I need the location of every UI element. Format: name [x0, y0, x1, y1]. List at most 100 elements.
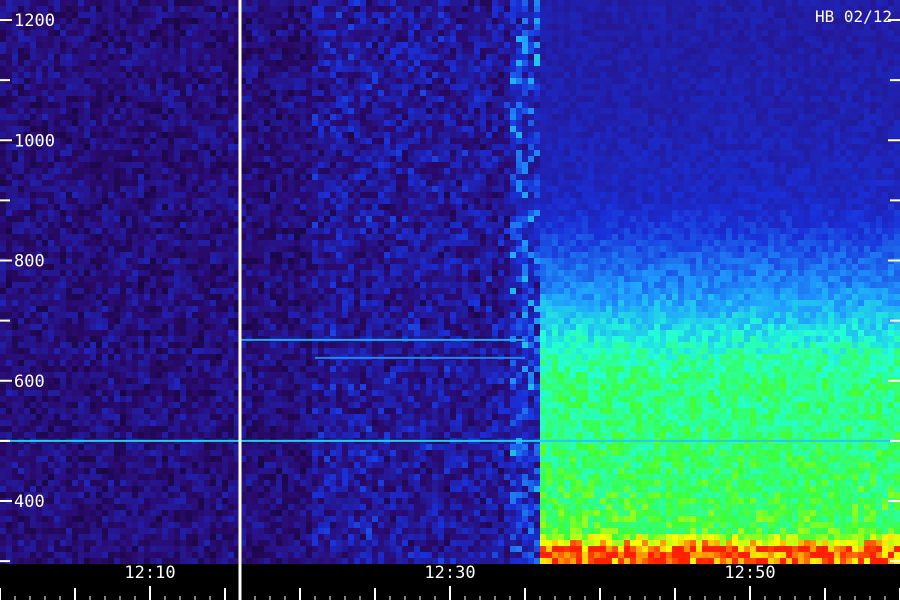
- heatmap-cell: [882, 144, 888, 150]
- heatmap-cell: [546, 54, 552, 60]
- heatmap-cell: [138, 24, 144, 30]
- heatmap-cell: [54, 42, 60, 48]
- heatmap-cell: [246, 174, 252, 180]
- heatmap-cell: [108, 186, 114, 192]
- heatmap-cell: [306, 150, 312, 156]
- heatmap-cell: [780, 60, 786, 66]
- heatmap-cell: [282, 102, 288, 108]
- heatmap-cell: [474, 84, 480, 90]
- heatmap-cell: [858, 144, 864, 150]
- heatmap-cell: [306, 138, 312, 144]
- heatmap-cell: [702, 132, 708, 138]
- heatmap-cell: [618, 6, 624, 12]
- heatmap-cell: [504, 12, 510, 18]
- heatmap-cell: [666, 168, 672, 174]
- heatmap-cell: [552, 168, 558, 174]
- heatmap-cell: [252, 138, 258, 144]
- heatmap-cell: [630, 162, 636, 168]
- heatmap-cell: [762, 54, 768, 60]
- heatmap-cell: [804, 0, 810, 6]
- heatmap-cell: [204, 36, 210, 42]
- heatmap-cell: [18, 198, 24, 204]
- heatmap-cell: [540, 60, 546, 66]
- heatmap-cell: [204, 138, 210, 144]
- heatmap-cell: [702, 72, 708, 78]
- heatmap-cell: [216, 60, 222, 66]
- heatmap-cell: [816, 60, 822, 66]
- heatmap-cell: [192, 90, 198, 96]
- heatmap-cell: [276, 30, 282, 36]
- heatmap-cell: [402, 66, 408, 72]
- heatmap-cell: [414, 108, 420, 114]
- heatmap-cell: [90, 60, 96, 66]
- heatmap-cell: [516, 180, 522, 186]
- heatmap-cell: [492, 162, 498, 168]
- heatmap-cell: [444, 12, 450, 18]
- heatmap-cell: [360, 90, 366, 96]
- heatmap-cell: [630, 54, 636, 60]
- heatmap-cell: [48, 54, 54, 60]
- heatmap-cell: [312, 12, 318, 18]
- heatmap-cell: [594, 120, 600, 126]
- heatmap-cell: [456, 102, 462, 108]
- heatmap-cell: [390, 78, 396, 84]
- heatmap-cell: [822, 96, 828, 102]
- heatmap-cell: [252, 30, 258, 36]
- heatmap-cell: [258, 180, 264, 186]
- heatmap-cell: [408, 42, 414, 48]
- heatmap-cell: [36, 36, 42, 42]
- heatmap-cell: [312, 18, 318, 24]
- heatmap-cell: [246, 198, 252, 204]
- heatmap-cell: [510, 108, 516, 114]
- heatmap-cell: [324, 36, 330, 42]
- heatmap-cell: [678, 150, 684, 156]
- heatmap-cell: [414, 30, 420, 36]
- heatmap-cell: [894, 48, 900, 54]
- heatmap-cell: [354, 66, 360, 72]
- heatmap-cell: [882, 84, 888, 90]
- heatmap-cell: [792, 54, 798, 60]
- heatmap-cell: [708, 168, 714, 174]
- heatmap-cell: [666, 0, 672, 6]
- heatmap-cell: [738, 0, 744, 6]
- heatmap-cell: [324, 48, 330, 54]
- heatmap-cell: [540, 102, 546, 108]
- heatmap-cell: [810, 156, 816, 162]
- heatmap-cell: [498, 162, 504, 168]
- heatmap-cell: [30, 186, 36, 192]
- heatmap-cell: [804, 54, 810, 60]
- heatmap-cell: [216, 54, 222, 60]
- heatmap-cell: [552, 144, 558, 150]
- heatmap-cell: [396, 18, 402, 24]
- heatmap-cell: [756, 138, 762, 144]
- heatmap-cell: [174, 192, 180, 198]
- heatmap-cell: [210, 114, 216, 120]
- heatmap-cell: [0, 0, 6, 6]
- heatmap-cell: [246, 144, 252, 150]
- heatmap-cell: [720, 186, 726, 192]
- heatmap-cell: [522, 42, 528, 48]
- heatmap-cell: [630, 30, 636, 36]
- heatmap-cell: [648, 156, 654, 162]
- heatmap-cell: [318, 162, 324, 168]
- heatmap-cell: [66, 96, 72, 102]
- heatmap-cell: [354, 186, 360, 192]
- heatmap-cell: [564, 60, 570, 66]
- heatmap-cell: [228, 96, 234, 102]
- heatmap-cell: [678, 138, 684, 144]
- heatmap-cell: [252, 6, 258, 12]
- heatmap-cell: [750, 138, 756, 144]
- heatmap-cell: [222, 54, 228, 60]
- heatmap-cell: [408, 66, 414, 72]
- heatmap-cell: [570, 48, 576, 54]
- heatmap-cell: [708, 18, 714, 24]
- heatmap-cell: [288, 126, 294, 132]
- heatmap-cell: [828, 102, 834, 108]
- heatmap-cell: [162, 12, 168, 18]
- heatmap-cell: [180, 150, 186, 156]
- heatmap-cell: [162, 192, 168, 198]
- heatmap-cell: [612, 186, 618, 192]
- heatmap-cell: [162, 30, 168, 36]
- heatmap-cell: [558, 174, 564, 180]
- heatmap-cell: [462, 96, 468, 102]
